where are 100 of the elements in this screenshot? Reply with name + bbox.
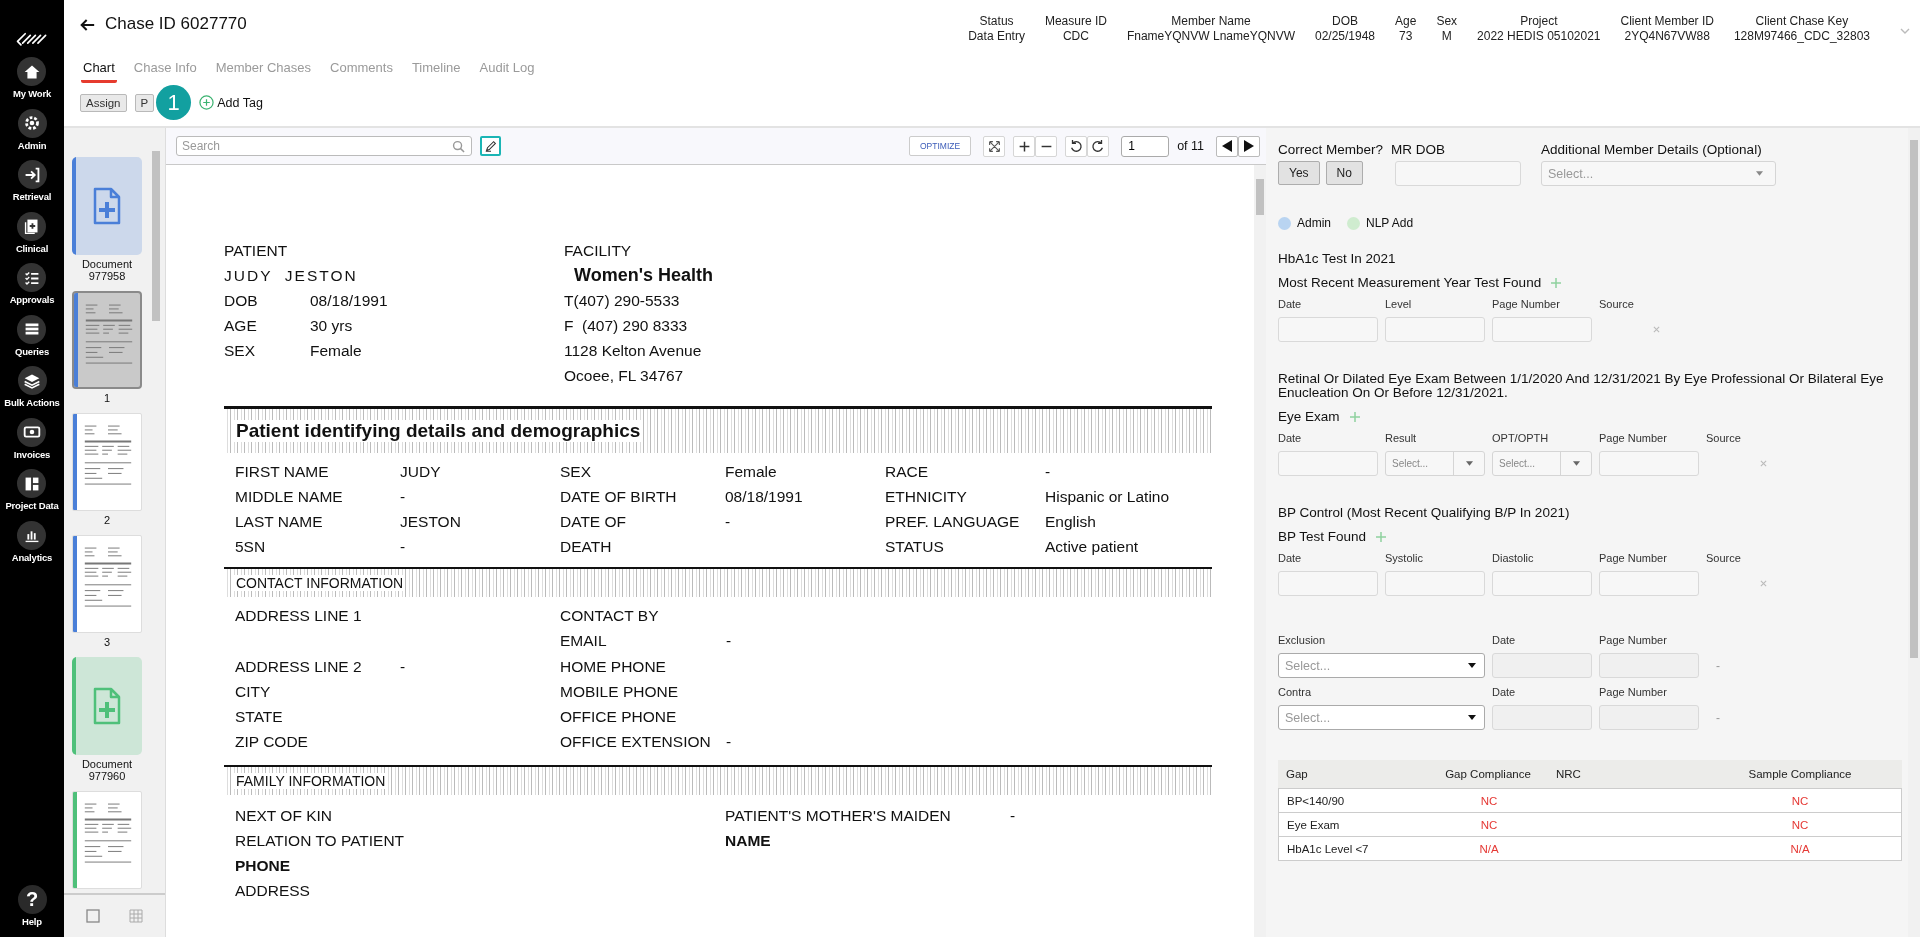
- search-field[interactable]: Search: [176, 136, 472, 156]
- document-label: Document 977958: [80, 258, 134, 282]
- document-value: Hispanic or Latino: [1045, 487, 1170, 507]
- document-label: DOB: [224, 291, 259, 311]
- table-cell-text: NC: [1479, 794, 1499, 807]
- field-label: Page Number: [1599, 686, 1668, 699]
- info-label: Project: [1520, 14, 1558, 29]
- nav-item[interactable]: Invoices: [13, 417, 51, 469]
- nav-item[interactable]: My Work: [13, 57, 51, 109]
- document-label: Document 977960: [80, 758, 134, 782]
- field-label: MR DOB: [1391, 142, 1447, 157]
- measure-title: Retinal Or Dilated Eye Exam Between 1/1/2020 And 12/31/2021 By Eye Professional Or Bilateral Eye Enucleation On Or Before 12/31/2021.: [1278, 372, 1885, 400]
- answer-button[interactable]: Yes: [1278, 161, 1320, 185]
- document-value: 08/18/1991: [310, 291, 388, 311]
- document-label: DATE OF BIRTH: [560, 487, 678, 507]
- table-cell-text: N/A: [1478, 842, 1500, 855]
- info-value: 73: [1399, 28, 1413, 43]
- document-text: JUDY JESTON: [224, 266, 359, 286]
- field-label: Source: [1599, 298, 1635, 311]
- table-cell-text: HbA1c Level <7: [1286, 842, 1370, 855]
- field-label: OPT/OPTH: [1492, 432, 1550, 445]
- tab[interactable]: Chart: [81, 56, 117, 83]
- field-label: Diastolic: [1492, 552, 1535, 565]
- measure-subtitle: Eye Exam: [1278, 409, 1340, 424]
- nav-item[interactable]: Bulk Actions: [4, 366, 60, 418]
- document-value: 30 yrs: [310, 316, 353, 336]
- nav-item[interactable]: Admin: [17, 108, 47, 160]
- field-label: Level: [1385, 298, 1413, 311]
- select-field[interactable]: Select...: [1492, 451, 1592, 476]
- field-label: Source: [1706, 552, 1742, 565]
- document-label: PHONE: [235, 855, 292, 876]
- column-header: Gap: [1285, 768, 1309, 780]
- info-value: 2YQ4N67VW88: [1624, 28, 1710, 43]
- field-label: Page Number: [1492, 298, 1561, 311]
- document-label: OFFICE PHONE: [560, 707, 678, 728]
- page-input[interactable]: 1: [1121, 135, 1170, 157]
- table-cell-text: BP<140/90: [1286, 794, 1346, 807]
- document-label: RACE: [885, 462, 930, 482]
- nav-item[interactable]: Clinical: [15, 211, 49, 263]
- measure-subtitle: Most Recent Measurement Year Test Found: [1278, 275, 1542, 290]
- document-label: FIRST NAME: [235, 462, 330, 482]
- add-tag-button[interactable]: Add Tag: [199, 95, 263, 110]
- info-value: M: [1441, 28, 1452, 43]
- step-badge: 1: [156, 85, 192, 120]
- document-label: PREF. LANGUAGE: [885, 512, 1021, 532]
- section-heading: FAMILY INFORMATION: [234, 772, 388, 789]
- field-label: Page Number: [1599, 634, 1668, 647]
- document-label: CITY: [235, 681, 272, 702]
- action-button[interactable]: Assign: [80, 93, 127, 112]
- field-label: Result: [1385, 432, 1418, 445]
- measure-title: BP Control (Most Recent Qualifying B/P In 2021): [1278, 506, 1571, 520]
- document-label: DATE OF: [560, 512, 628, 532]
- table-cell-text: N/A: [1789, 842, 1811, 855]
- nav-item[interactable]: Analytics: [11, 520, 53, 572]
- help-button[interactable]: ? Help: [17, 885, 47, 933]
- info-value: 02/25/1948: [1315, 28, 1376, 43]
- document-value: Female: [310, 341, 362, 361]
- field-label: Date: [1278, 432, 1303, 445]
- action-button[interactable]: P: [134, 93, 155, 112]
- nav-item[interactable]: Queries: [15, 314, 49, 366]
- info-label: DOB: [1332, 14, 1358, 29]
- document-value: -: [400, 487, 406, 507]
- info-value: 128M97466_CDC_32803: [1733, 28, 1870, 43]
- info-label: Measure ID: [1044, 14, 1107, 29]
- field-label: Additional Member Details (Optional): [1541, 142, 1763, 157]
- document-value: -: [400, 537, 406, 557]
- document-label: ADDRESS: [235, 880, 311, 901]
- info-label: Status: [979, 14, 1014, 29]
- nav-item[interactable]: Retrieval: [12, 160, 52, 212]
- table-cell-text: NC: [1479, 818, 1499, 831]
- optimize-button[interactable]: OPTIMIZE: [909, 136, 972, 156]
- field-label: Correct Member?: [1278, 142, 1384, 157]
- document-label: MIDDLE NAME: [235, 487, 344, 507]
- info-label: Client Chase Key: [1755, 14, 1849, 29]
- column-header: Sample Compliance: [1747, 768, 1853, 780]
- field-label: Systolic: [1385, 552, 1424, 565]
- measure-title: HbA1c Test In 2021: [1278, 252, 1397, 266]
- info-value: CDC: [1062, 28, 1089, 43]
- document-label: ZIP CODE: [235, 732, 309, 753]
- section-heading: Patient identifying details and demographics: [234, 420, 643, 442]
- nav-item[interactable]: Approvals: [9, 263, 55, 315]
- column-header: Gap Compliance: [1444, 768, 1532, 780]
- document-value: -: [1045, 462, 1051, 482]
- document-text: 1128 Kelton Avenue: [564, 341, 703, 361]
- table-cell-text: Eye Exam: [1286, 818, 1341, 831]
- page-title: Chase ID 6027770: [105, 14, 247, 34]
- document-label: NEXT OF KIN: [235, 805, 334, 826]
- select-field[interactable]: Select...: [1385, 451, 1485, 476]
- document-label: AGE: [224, 316, 258, 336]
- answer-button[interactable]: No: [1325, 161, 1363, 185]
- document-label: NAME: [725, 830, 772, 851]
- document-value: -: [726, 631, 732, 652]
- legend-label: NLP Add: [1366, 216, 1414, 230]
- document-label: OFFICE EXTENSION: [560, 732, 712, 753]
- info-label: Age: [1395, 14, 1417, 29]
- nav-item[interactable]: Project Data: [5, 469, 59, 521]
- page-count: of 11: [1177, 139, 1204, 153]
- document-value: English: [1045, 512, 1096, 532]
- help-icon: ?: [17, 885, 47, 914]
- document-value: -: [725, 512, 731, 532]
